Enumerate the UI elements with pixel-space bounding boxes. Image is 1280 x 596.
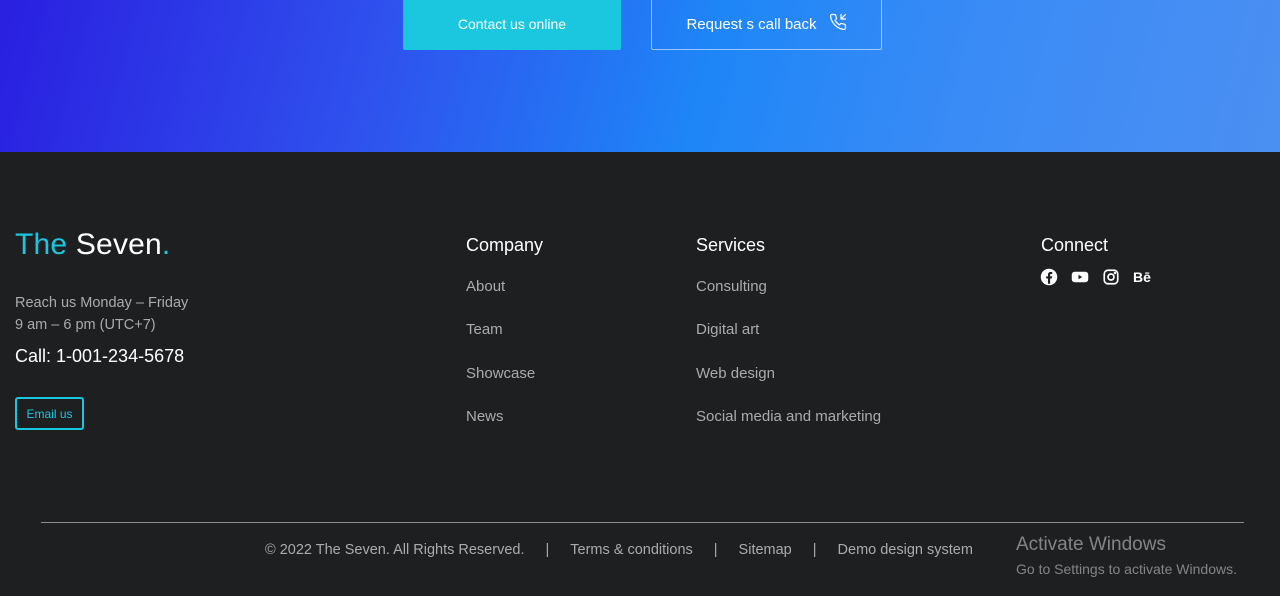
hours-time: 9 am – 6 pm (UTC+7) <box>15 317 156 333</box>
social-links: Bē <box>1040 268 1151 286</box>
watermark-subtitle: Go to Settings to activate Windows. <box>1016 561 1237 577</box>
phone-number[interactable]: Call: 1-001-234-5678 <box>15 346 184 367</box>
services-links: Consulting Digital art Web design Social… <box>696 277 881 450</box>
phone-incoming-icon <box>829 13 847 35</box>
footer-link-showcase[interactable]: Showcase <box>466 364 535 407</box>
request-call-back-button[interactable]: Request s call back <box>651 0 882 50</box>
footer-link-consulting[interactable]: Consulting <box>696 277 881 320</box>
separator: | <box>812 542 817 558</box>
footer-link-news[interactable]: News <box>466 407 535 450</box>
activate-windows-watermark: Activate Windows Go to Settings to activ… <box>1016 534 1237 577</box>
footer-bottom-bar: © 2022 The Seven. All Rights Reserved. |… <box>265 542 973 558</box>
brand-logo-part1: The <box>15 228 68 261</box>
company-links: About Team Showcase News <box>466 277 535 450</box>
youtube-icon[interactable] <box>1071 268 1089 286</box>
brand-logo[interactable]: The Seven. <box>15 228 170 262</box>
contact-us-online-label: Contact us online <box>457 16 567 32</box>
request-call-back-label: Request s call back <box>686 15 817 33</box>
cta-banner: Contact us online Request s call back <box>0 0 1280 152</box>
hours-days: Reach us Monday – Friday <box>15 295 189 311</box>
footer-link-digital-art[interactable]: Digital art <box>696 320 881 363</box>
brand-logo-part2: Seven <box>75 228 162 261</box>
services-heading: Services <box>696 235 766 255</box>
footer-link-web-design[interactable]: Web design <box>696 364 881 407</box>
footer-link-about[interactable]: About <box>466 277 535 320</box>
contact-us-online-button[interactable]: Contact us online <box>403 0 621 50</box>
terms-link[interactable]: Terms & conditions <box>570 542 693 558</box>
copyright-text: © 2022 The Seven. All Rights Reserved. <box>265 542 525 558</box>
footer-link-social-media[interactable]: Social media and marketing <box>696 407 881 450</box>
email-us-button[interactable]: Email us <box>15 397 84 430</box>
separator: | <box>545 542 550 558</box>
footer-divider <box>41 522 1244 523</box>
company-heading: Company <box>466 235 544 255</box>
connect-heading: Connect <box>1041 235 1109 255</box>
behance-icon[interactable]: Bē <box>1133 268 1151 286</box>
watermark-title: Activate Windows <box>1016 534 1166 555</box>
demo-design-system-link[interactable]: Demo design system <box>838 542 973 558</box>
site-footer: The Seven. Reach us Monday – Friday 9 am… <box>0 152 1280 596</box>
business-hours: Reach us Monday – Friday 9 am – 6 pm (UT… <box>15 292 188 336</box>
facebook-icon[interactable] <box>1040 268 1058 286</box>
footer-link-team[interactable]: Team <box>466 320 535 363</box>
separator: | <box>713 542 718 558</box>
brand-logo-dot: . <box>161 228 171 261</box>
instagram-icon[interactable] <box>1102 268 1120 286</box>
sitemap-link[interactable]: Sitemap <box>739 542 792 558</box>
